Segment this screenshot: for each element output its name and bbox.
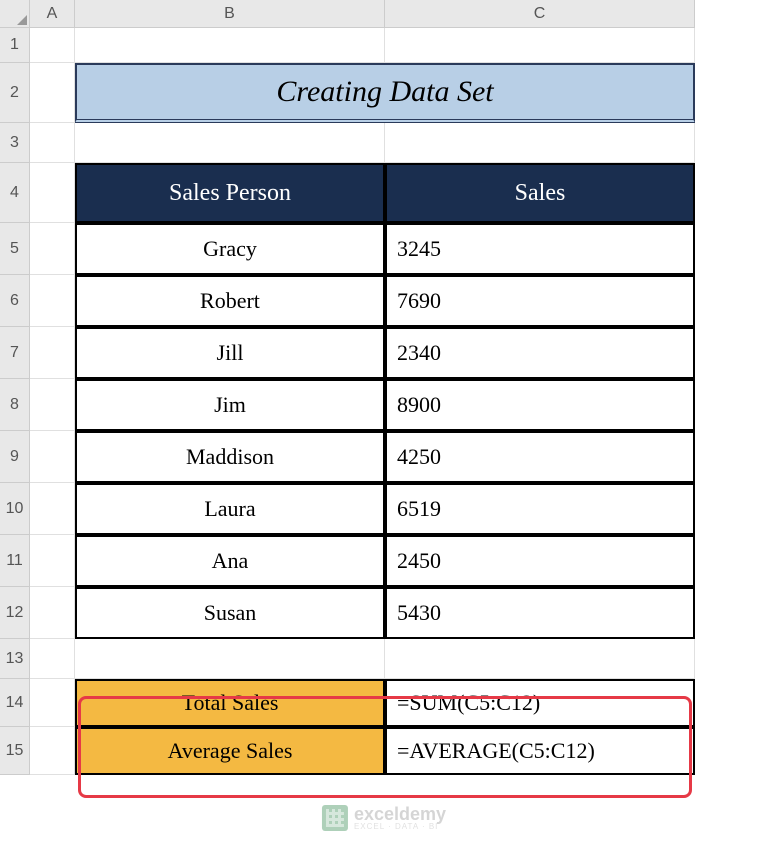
watermark-sub: EXCEL · DATA · BI xyxy=(354,823,446,831)
table-row[interactable]: Gracy xyxy=(75,223,385,275)
table-row[interactable]: 3245 xyxy=(385,223,695,275)
row-header-7[interactable]: 7 xyxy=(0,327,30,379)
table-row[interactable]: Robert xyxy=(75,275,385,327)
excel-icon xyxy=(322,805,348,831)
cell-a15[interactable] xyxy=(30,727,75,775)
col-header-b[interactable]: B xyxy=(75,0,385,28)
cell-b1[interactable] xyxy=(75,28,385,63)
table-row[interactable]: Laura xyxy=(75,483,385,535)
table-row[interactable]: Ana xyxy=(75,535,385,587)
row-header-8[interactable]: 8 xyxy=(0,379,30,431)
watermark: exceldemy EXCEL · DATA · BI xyxy=(322,805,446,831)
select-all-corner[interactable] xyxy=(0,0,30,28)
row-header-1[interactable]: 1 xyxy=(0,28,30,63)
table-row[interactable]: 2340 xyxy=(385,327,695,379)
col-header-c[interactable]: C xyxy=(385,0,695,28)
row-header-14[interactable]: 14 xyxy=(0,679,30,727)
cell-a8[interactable] xyxy=(30,379,75,431)
average-sales-label[interactable]: Average Sales xyxy=(75,727,385,775)
row-header-5[interactable]: 5 xyxy=(0,223,30,275)
cell-c13[interactable] xyxy=(385,639,695,679)
watermark-text: exceldemy EXCEL · DATA · BI xyxy=(354,805,446,831)
table-row[interactable]: 7690 xyxy=(385,275,695,327)
watermark-brand: exceldemy xyxy=(354,805,446,823)
cell-a6[interactable] xyxy=(30,275,75,327)
table-row[interactable]: 8900 xyxy=(385,379,695,431)
row-header-4[interactable]: 4 xyxy=(0,163,30,223)
cell-a12[interactable] xyxy=(30,587,75,639)
cell-a13[interactable] xyxy=(30,639,75,679)
cell-a4[interactable] xyxy=(30,163,75,223)
cell-c3[interactable] xyxy=(385,123,695,163)
cell-b3[interactable] xyxy=(75,123,385,163)
row-header-12[interactable]: 12 xyxy=(0,587,30,639)
row-header-6[interactable]: 6 xyxy=(0,275,30,327)
row-header-10[interactable]: 10 xyxy=(0,483,30,535)
table-row[interactable]: Maddison xyxy=(75,431,385,483)
table-row[interactable]: 2450 xyxy=(385,535,695,587)
table-row[interactable]: 6519 xyxy=(385,483,695,535)
cell-b13[interactable] xyxy=(75,639,385,679)
cell-a9[interactable] xyxy=(30,431,75,483)
cell-a10[interactable] xyxy=(30,483,75,535)
cell-a2[interactable] xyxy=(30,63,75,123)
total-sales-formula[interactable]: =SUM(C5:C12) xyxy=(385,679,695,727)
row-header-3[interactable]: 3 xyxy=(0,123,30,163)
row-header-15[interactable]: 15 xyxy=(0,727,30,775)
total-sales-label[interactable]: Total Sales xyxy=(75,679,385,727)
cell-a1[interactable] xyxy=(30,28,75,63)
cell-c1[interactable] xyxy=(385,28,695,63)
cell-a14[interactable] xyxy=(30,679,75,727)
table-row[interactable]: Jill xyxy=(75,327,385,379)
row-header-2[interactable]: 2 xyxy=(0,63,30,123)
table-header-sales[interactable]: Sales xyxy=(385,163,695,223)
cell-a3[interactable] xyxy=(30,123,75,163)
table-header-person[interactable]: Sales Person xyxy=(75,163,385,223)
table-row[interactable]: Susan xyxy=(75,587,385,639)
cell-a5[interactable] xyxy=(30,223,75,275)
cell-a11[interactable] xyxy=(30,535,75,587)
row-header-13[interactable]: 13 xyxy=(0,639,30,679)
table-row[interactable]: Jim xyxy=(75,379,385,431)
spreadsheet-grid: A B C 1 2 Creating Data Set 3 4 Sales Pe… xyxy=(0,0,768,775)
row-header-11[interactable]: 11 xyxy=(0,535,30,587)
title-cell[interactable]: Creating Data Set xyxy=(75,63,695,123)
row-header-9[interactable]: 9 xyxy=(0,431,30,483)
average-sales-formula[interactable]: =AVERAGE(C5:C12) xyxy=(385,727,695,775)
table-row[interactable]: 4250 xyxy=(385,431,695,483)
table-row[interactable]: 5430 xyxy=(385,587,695,639)
col-header-a[interactable]: A xyxy=(30,0,75,28)
cell-a7[interactable] xyxy=(30,327,75,379)
